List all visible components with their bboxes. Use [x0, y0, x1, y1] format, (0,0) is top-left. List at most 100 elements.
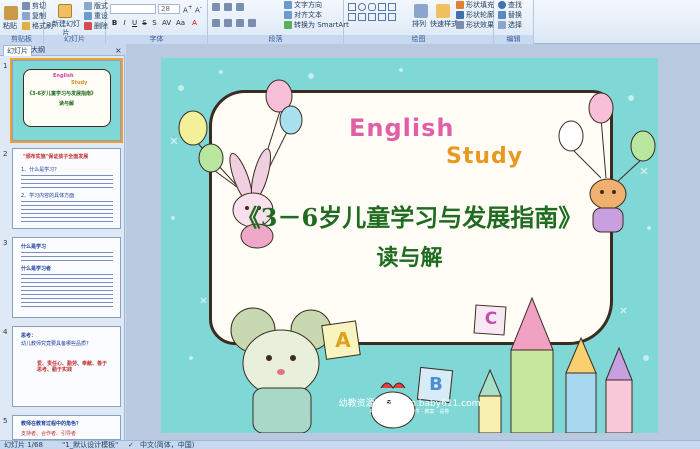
align-right-icon — [236, 19, 244, 27]
decrease-indent-button[interactable] — [236, 3, 246, 12]
numbering-button[interactable] — [224, 3, 234, 12]
change-case-button[interactable]: Aa — [176, 19, 185, 28]
status-bar: 幻灯片 1/68 "1_默认设计模板" ✓ 中文(简体，中国) — [0, 440, 700, 449]
shape-fill-button[interactable]: 形状填充 — [456, 1, 494, 10]
justify-icon — [248, 19, 256, 27]
letter-c: C — [484, 309, 498, 329]
delete-button[interactable]: 删除 — [84, 22, 108, 31]
paste-icon — [4, 6, 18, 20]
slide-title[interactable]: 《3－6岁儿童学习与发展指南》 — [161, 198, 658, 233]
study-heading: Study — [446, 144, 524, 169]
shape-rounded-rect[interactable] — [368, 3, 376, 11]
smartart-icon — [284, 21, 292, 29]
thumb-number: 5 — [3, 417, 8, 425]
align-center-button[interactable] — [224, 19, 234, 28]
magnifier-icon — [498, 1, 506, 9]
shadow-button[interactable]: S — [150, 19, 159, 28]
slides-group: 新建幻灯片 版式 重设 删除 幻灯片 — [44, 0, 108, 44]
thumb-number: 4 — [3, 328, 8, 336]
fill-icon — [456, 1, 464, 9]
shape-curve[interactable] — [388, 13, 396, 21]
text-direction-button[interactable]: 文字方向 — [284, 1, 322, 10]
thumb-line: 思考： — [21, 333, 37, 339]
thumb-number: 1 — [3, 62, 8, 70]
tab-outline[interactable]: 大纲 — [28, 45, 48, 56]
shape-brace[interactable] — [378, 13, 386, 21]
thumb-line: 什么是学习者 — [21, 266, 52, 272]
shape-arrow[interactable] — [388, 3, 396, 11]
bold-button[interactable]: B — [110, 19, 119, 28]
align-left-icon — [212, 19, 220, 27]
close-panel-icon[interactable]: × — [112, 45, 125, 56]
new-slide-icon — [58, 4, 72, 18]
thumb-number: 2 — [3, 150, 8, 158]
slide-thumb-5[interactable]: 教师在教育过程中的角色？ 支持者、合作者、引导者 — [12, 415, 121, 440]
shape-oval[interactable] — [358, 3, 366, 11]
smartart-button[interactable]: 转换为 SmartArt — [284, 21, 349, 30]
font-label: 字体 — [106, 35, 207, 44]
indent-icon — [236, 3, 244, 11]
shape-rectangle[interactable] — [348, 3, 356, 11]
thumb-line: 1、什么是学习？ — [21, 167, 60, 173]
slide-thumb-3[interactable]: 什么是学习 什么是学习者 — [12, 237, 121, 318]
letter-a: A — [335, 328, 351, 352]
underline-button[interactable]: U — [130, 19, 139, 28]
shape-callout[interactable] — [368, 13, 376, 21]
align-right-button[interactable] — [236, 19, 246, 28]
check-icon[interactable]: ✓ — [128, 441, 134, 449]
strikethrough-button[interactable]: S — [140, 19, 149, 28]
bullets-button[interactable] — [212, 3, 222, 12]
font-size-box[interactable]: 28 — [158, 4, 180, 14]
slide-thumb-4[interactable]: 思考： 幼儿教师究竟要具备哪些品质？ 爱、责任心、勤劳、奉献、善于思考、勤于实践 — [12, 326, 121, 407]
cut-button[interactable]: 剪切 — [22, 2, 46, 11]
effects-icon — [456, 21, 464, 29]
thumb-line: 幼儿教师究竟要具备哪些品质？ — [21, 341, 92, 347]
align-center-icon — [224, 19, 232, 27]
shape-outline-button[interactable]: 形状轮廓 — [456, 11, 494, 20]
thumb-text-block — [21, 274, 113, 310]
align-text-button[interactable]: 对齐文本 — [284, 11, 322, 20]
slide-thumb-1[interactable]: English Study 《3-6岁儿童学习与发展指南》 读与解 — [10, 58, 123, 143]
copy-button[interactable]: 复制 — [22, 12, 46, 21]
slide-thumb-2[interactable]: "颁布实施"保证孩子全面发展 1、什么是学习？ 2、学习内容的具体方面 — [12, 148, 121, 229]
ribbon: 粘贴 剪切 复制 格式刷 剪贴板 新建幻灯片 版式 重设 删除 幻灯片 28 A… — [0, 0, 700, 44]
font-color-button[interactable]: A — [190, 19, 199, 28]
find-button[interactable]: 查找 — [498, 1, 522, 10]
shape-triangle[interactable] — [348, 13, 356, 21]
slide-subtitle[interactable]: 读与解 — [161, 240, 658, 272]
bullets-icon — [212, 3, 220, 11]
shape-star[interactable] — [358, 13, 366, 21]
font-name-box[interactable] — [110, 4, 156, 14]
reset-icon — [84, 12, 92, 20]
watermark-sub: PPT课件 · FLASH课件 · 教案 · 试卷 — [369, 409, 450, 415]
thumb-number: 3 — [3, 239, 8, 247]
thumb-line: 爱、责任心、勤劳、奉献、善于思考、勤于实践 — [37, 361, 108, 373]
paste-button[interactable]: 粘贴 — [3, 22, 17, 31]
thumb-line: "颁布实施"保证孩子全面发展 — [23, 154, 89, 160]
quick-styles-button[interactable]: 快速样式 — [430, 20, 458, 29]
char-spacing-button[interactable]: AV — [162, 19, 171, 28]
align-left-button[interactable] — [212, 19, 222, 28]
reset-button[interactable]: 重设 — [84, 12, 108, 21]
layout-button[interactable]: 版式 — [84, 2, 108, 11]
shrink-font-button[interactable]: A- — [195, 4, 202, 15]
grow-font-button[interactable]: A+ — [183, 4, 193, 15]
justify-button[interactable] — [248, 19, 258, 28]
drawing-group: 排列 快速样式 形状填充 形状轮廓 形状效果 绘图 — [344, 0, 494, 44]
slides-label: 幻灯片 — [44, 35, 105, 44]
slide-thumbnail-panel: 幻灯片 大纲 × 1 English Study 《3-6岁儿童学习与发展指南》… — [0, 44, 125, 440]
numbering-icon — [224, 3, 232, 11]
shape-effects-button[interactable]: 形状效果 — [456, 21, 494, 30]
arrange-button[interactable]: 排列 — [412, 20, 426, 29]
shape-line[interactable] — [378, 3, 386, 11]
paragraph-label: 段落 — [208, 35, 343, 44]
current-slide[interactable]: A B C English Study 《3－6岁儿童学习与发展指南》 读与解 … — [161, 58, 658, 433]
replace-button[interactable]: 替换 — [498, 11, 522, 20]
italic-button[interactable]: I — [120, 19, 129, 28]
clipboard-label: 剪贴板 — [0, 35, 43, 44]
select-button[interactable]: 选择 — [498, 21, 522, 30]
thumb-subtitle: 读与解 — [59, 101, 75, 107]
thumb-text-block — [21, 175, 113, 189]
panel-tabs: 幻灯片 大纲 × — [0, 44, 125, 56]
language-indicator: 中文(简体，中国) — [140, 441, 195, 449]
